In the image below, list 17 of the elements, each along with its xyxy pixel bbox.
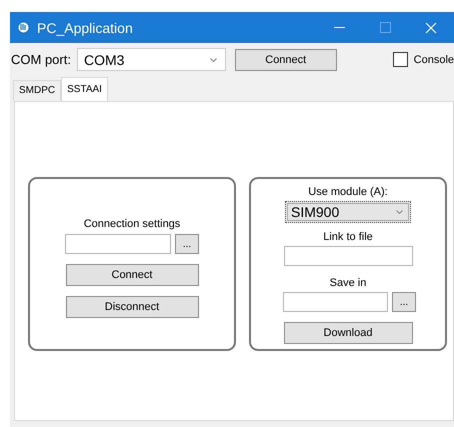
browse-button[interactable]: ... — [392, 292, 416, 312]
connect-button[interactable]: Connect — [234, 48, 337, 70]
disconnect-button[interactable]: Disconnect — [66, 296, 198, 318]
window-title: PC_Application — [37, 20, 134, 36]
module-label: Use module (A): — [308, 186, 388, 198]
console-label: Console — [414, 54, 454, 66]
com-port-dropdown[interactable]: COM3 — [76, 48, 226, 71]
module-dropdown[interactable]: SIM900 — [285, 201, 411, 223]
tab[interactable]: SMDPC — [13, 80, 62, 101]
save-label: Save in — [330, 277, 366, 289]
link-label: Link to file — [323, 231, 373, 243]
download-button[interactable]: Download — [284, 322, 412, 344]
connect-button[interactable]: Connect — [66, 264, 198, 286]
com-port-label: COM port: — [11, 52, 71, 67]
group-title: Connection settings — [84, 218, 180, 230]
tab[interactable]: SSTAAI — [61, 77, 108, 101]
browse-button[interactable]: ... — [175, 234, 199, 254]
